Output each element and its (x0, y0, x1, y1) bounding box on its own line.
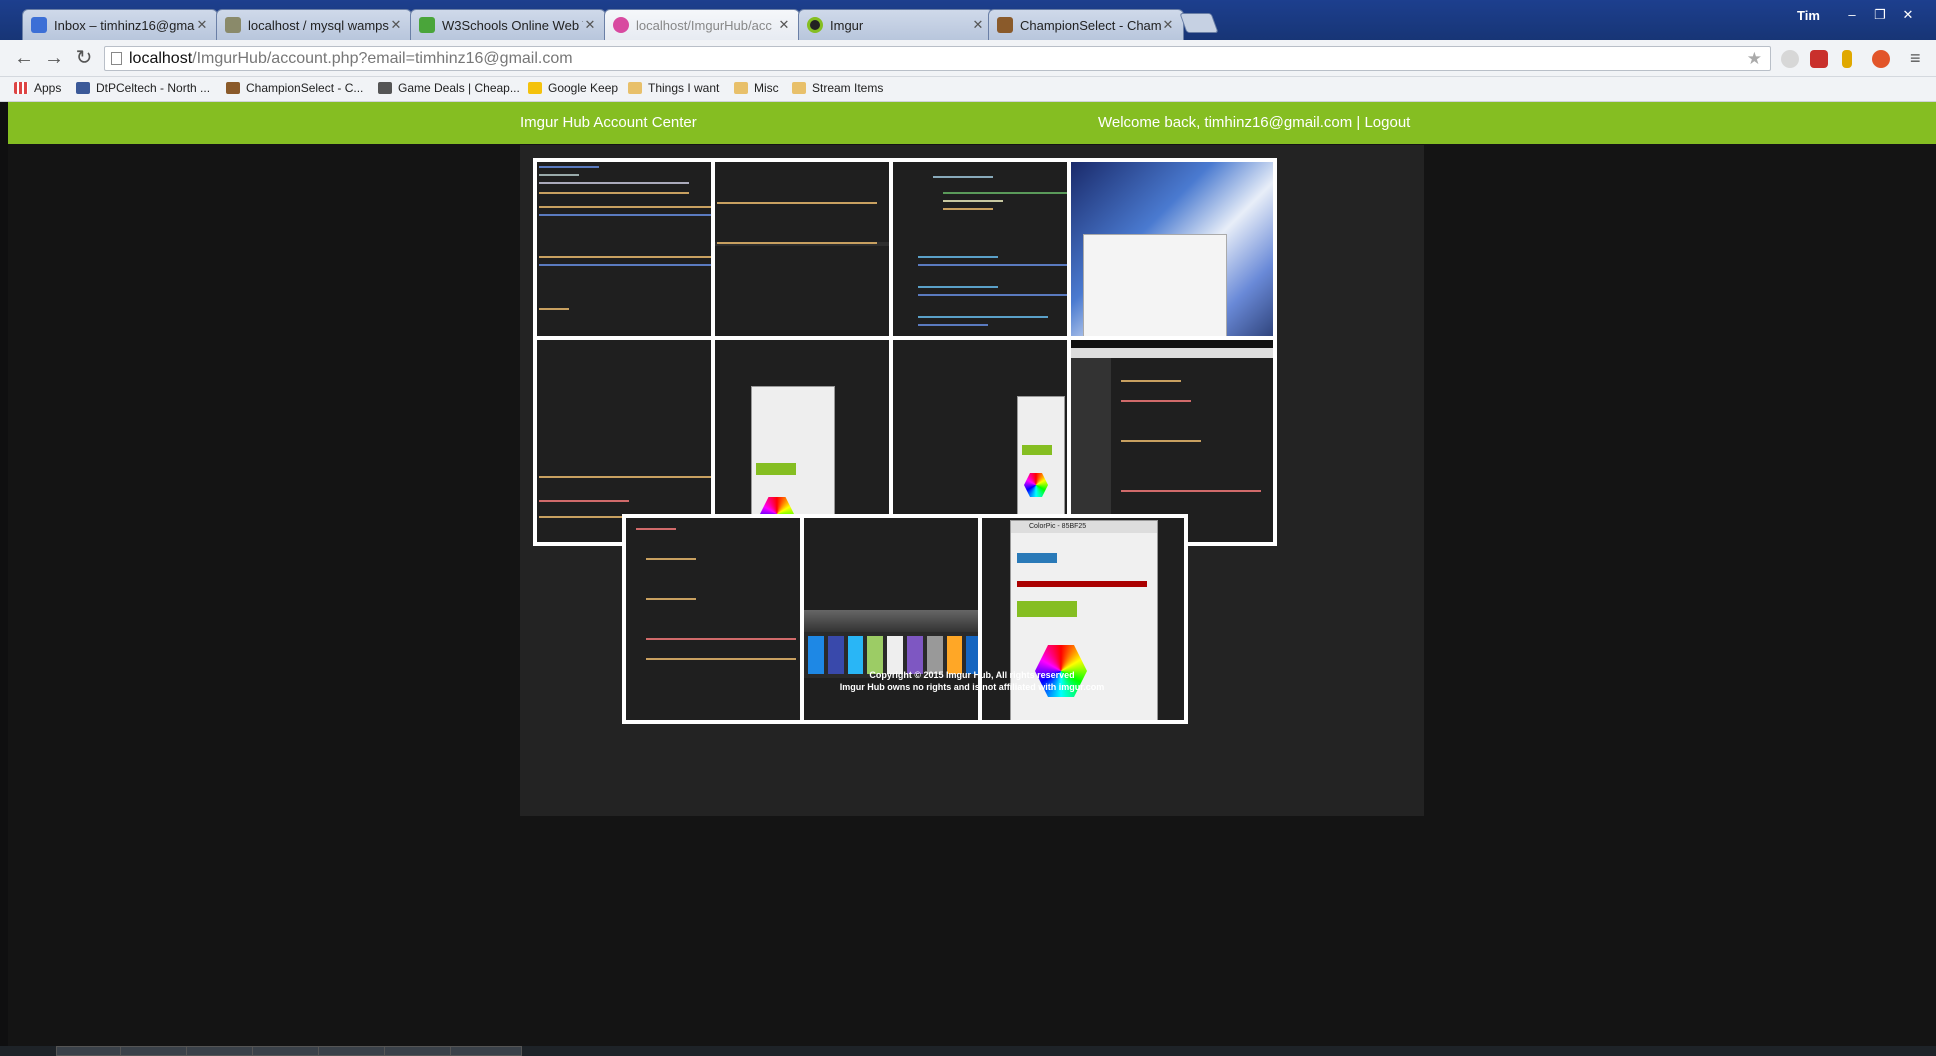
keep-icon (528, 82, 542, 94)
browser-toolbar: ← → ↻ localhost/ImgurHub/account.php?ema… (0, 40, 1936, 77)
taskbar-item[interactable] (450, 1046, 522, 1056)
tab-imgurhub-account[interactable]: localhost/ImgurHub/acc ✕ (604, 9, 800, 40)
folder-icon (628, 82, 642, 94)
tab-phpmyadmin[interactable]: localhost / mysql wampse ✕ (216, 9, 412, 40)
new-tab-button[interactable] (1179, 13, 1219, 33)
close-icon[interactable]: ✕ (1161, 17, 1175, 33)
w3schools-icon (419, 17, 435, 33)
bookmarks-bar: Apps DtPCeltech - North ... ChampionSele… (0, 77, 1936, 102)
bookmark-game-deals[interactable]: Game Deals | Cheap... (378, 81, 520, 95)
site-header: Imgur Hub Account Center Welcome back, t… (8, 102, 1936, 144)
taskbar-item[interactable] (252, 1046, 324, 1056)
folder-icon (734, 82, 748, 94)
taskbar-item[interactable] (186, 1046, 258, 1056)
page-icon (111, 52, 122, 65)
apps-grid-icon (14, 82, 28, 94)
bookmark-star-icon[interactable]: ★ (1747, 47, 1762, 70)
minimize-icon[interactable]: – (1838, 6, 1866, 24)
restore-icon[interactable]: ❐ (1866, 6, 1894, 24)
close-icon[interactable]: ✕ (777, 17, 791, 33)
bookmark-label: Google Keep (548, 81, 619, 95)
bookmark-label: ChampionSelect - C... (246, 81, 364, 95)
adblock-icon[interactable] (1810, 50, 1828, 68)
bookmark-championselect[interactable]: ChampionSelect - C... (226, 81, 363, 95)
folder-icon (792, 82, 806, 94)
bookmark-google-keep[interactable]: Google Keep (528, 81, 618, 95)
tab-championselect[interactable]: ChampionSelect - Champ ✕ (988, 9, 1184, 40)
close-icon[interactable]: ✕ (971, 17, 985, 33)
tab-inbox[interactable]: Inbox – timhinz16@gmail ✕ (22, 9, 218, 40)
imgurhub-icon (613, 17, 629, 33)
page-content: Imgur Hub Account Center Welcome back, t… (8, 102, 1936, 1056)
profile-name[interactable]: Tim (1797, 8, 1820, 23)
champion-icon (997, 17, 1013, 33)
imgur-icon (807, 17, 823, 33)
gallery-thumb[interactable]: ColorPic - 85BF25 (978, 514, 1188, 724)
os-taskbar (0, 1046, 1936, 1056)
bookmark-apps[interactable]: Apps (14, 81, 61, 95)
tab-title: Imgur (830, 17, 864, 33)
fox-extension-icon[interactable] (1872, 50, 1890, 68)
close-window-icon[interactable]: ✕ (1894, 6, 1922, 24)
taskbar-item[interactable] (120, 1046, 192, 1056)
tab-title: localhost / mysql wampse (248, 17, 389, 33)
browser-tab-strip: Inbox – timhinz16@gmail ✕ localhost / my… (0, 0, 1936, 40)
footer-disclaimer: Imgur Hub owns no rights and is not affi… (839, 682, 1105, 692)
reload-icon[interactable]: ↻ (72, 46, 96, 70)
address-bar[interactable]: localhost/ImgurHub/account.php?email=tim… (104, 46, 1771, 71)
url-host: localhost (129, 50, 193, 67)
tab-title: ChampionSelect - Champ (1020, 17, 1161, 33)
bookmark-label: Apps (34, 81, 62, 95)
bookmark-label: Misc (754, 81, 779, 95)
close-icon[interactable]: ✕ (583, 17, 597, 33)
bookmark-stream-items[interactable]: Stream Items (792, 81, 883, 95)
tab-imgur[interactable]: Imgur ✕ (798, 9, 994, 40)
close-icon[interactable]: ✕ (389, 17, 403, 33)
shield-icon (76, 82, 90, 94)
gmail-icon (31, 17, 47, 33)
close-icon[interactable]: ✕ (195, 17, 209, 33)
phpmyadmin-icon (225, 17, 241, 33)
bookmark-label: Game Deals | Cheap... (398, 81, 520, 95)
tab-w3schools[interactable]: W3Schools Online Web Tu ✕ (410, 9, 606, 40)
url-path: /ImgurHub/account.php?email=timhinz16@gm… (192, 50, 573, 67)
header-separator: | (1356, 114, 1361, 131)
menu-icon[interactable]: ≡ (1910, 48, 1921, 69)
footer-copyright: Copyright © 2015 Imgur Hub, All rights r… (869, 670, 1075, 680)
bookmark-label: DtPCeltech - North ... (96, 81, 211, 95)
image-gallery: ColorPic - 85BF25 (520, 145, 1424, 816)
page-title: Imgur Hub Account Center (520, 114, 697, 131)
tab-title: Inbox – timhinz16@gmail (54, 17, 195, 33)
bookmark-things-i-want[interactable]: Things I want (628, 81, 719, 95)
welcome-text: Welcome back, timhinz16@gmail.com | Logo… (1098, 102, 1410, 143)
champion-icon (226, 82, 240, 94)
plane-icon (378, 82, 392, 94)
bookmark-dtpceltech[interactable]: DtPCeltech - North ... (76, 81, 210, 95)
welcome-message: Welcome back, timhinz16@gmail.com (1098, 114, 1353, 131)
bookmark-misc[interactable]: Misc (734, 81, 779, 95)
tab-title: W3Schools Online Web Tu (442, 17, 583, 33)
taskbar-item[interactable] (56, 1046, 128, 1056)
logout-link[interactable]: Logout (1364, 114, 1410, 131)
bookmark-label: Stream Items (812, 81, 884, 95)
taskbar-item[interactable] (384, 1046, 456, 1056)
battery-extension-icon[interactable] (1842, 50, 1852, 68)
forward-icon[interactable]: → (42, 46, 66, 70)
taskbar-item[interactable] (318, 1046, 390, 1056)
bookmark-label: Things I want (648, 81, 720, 95)
tab-title: localhost/ImgurHub/acc (636, 17, 772, 33)
back-icon[interactable]: ← (12, 46, 36, 70)
colorpic-caption: ColorPic - 85BF25 (1011, 521, 1157, 533)
extension-icon[interactable] (1781, 50, 1799, 68)
